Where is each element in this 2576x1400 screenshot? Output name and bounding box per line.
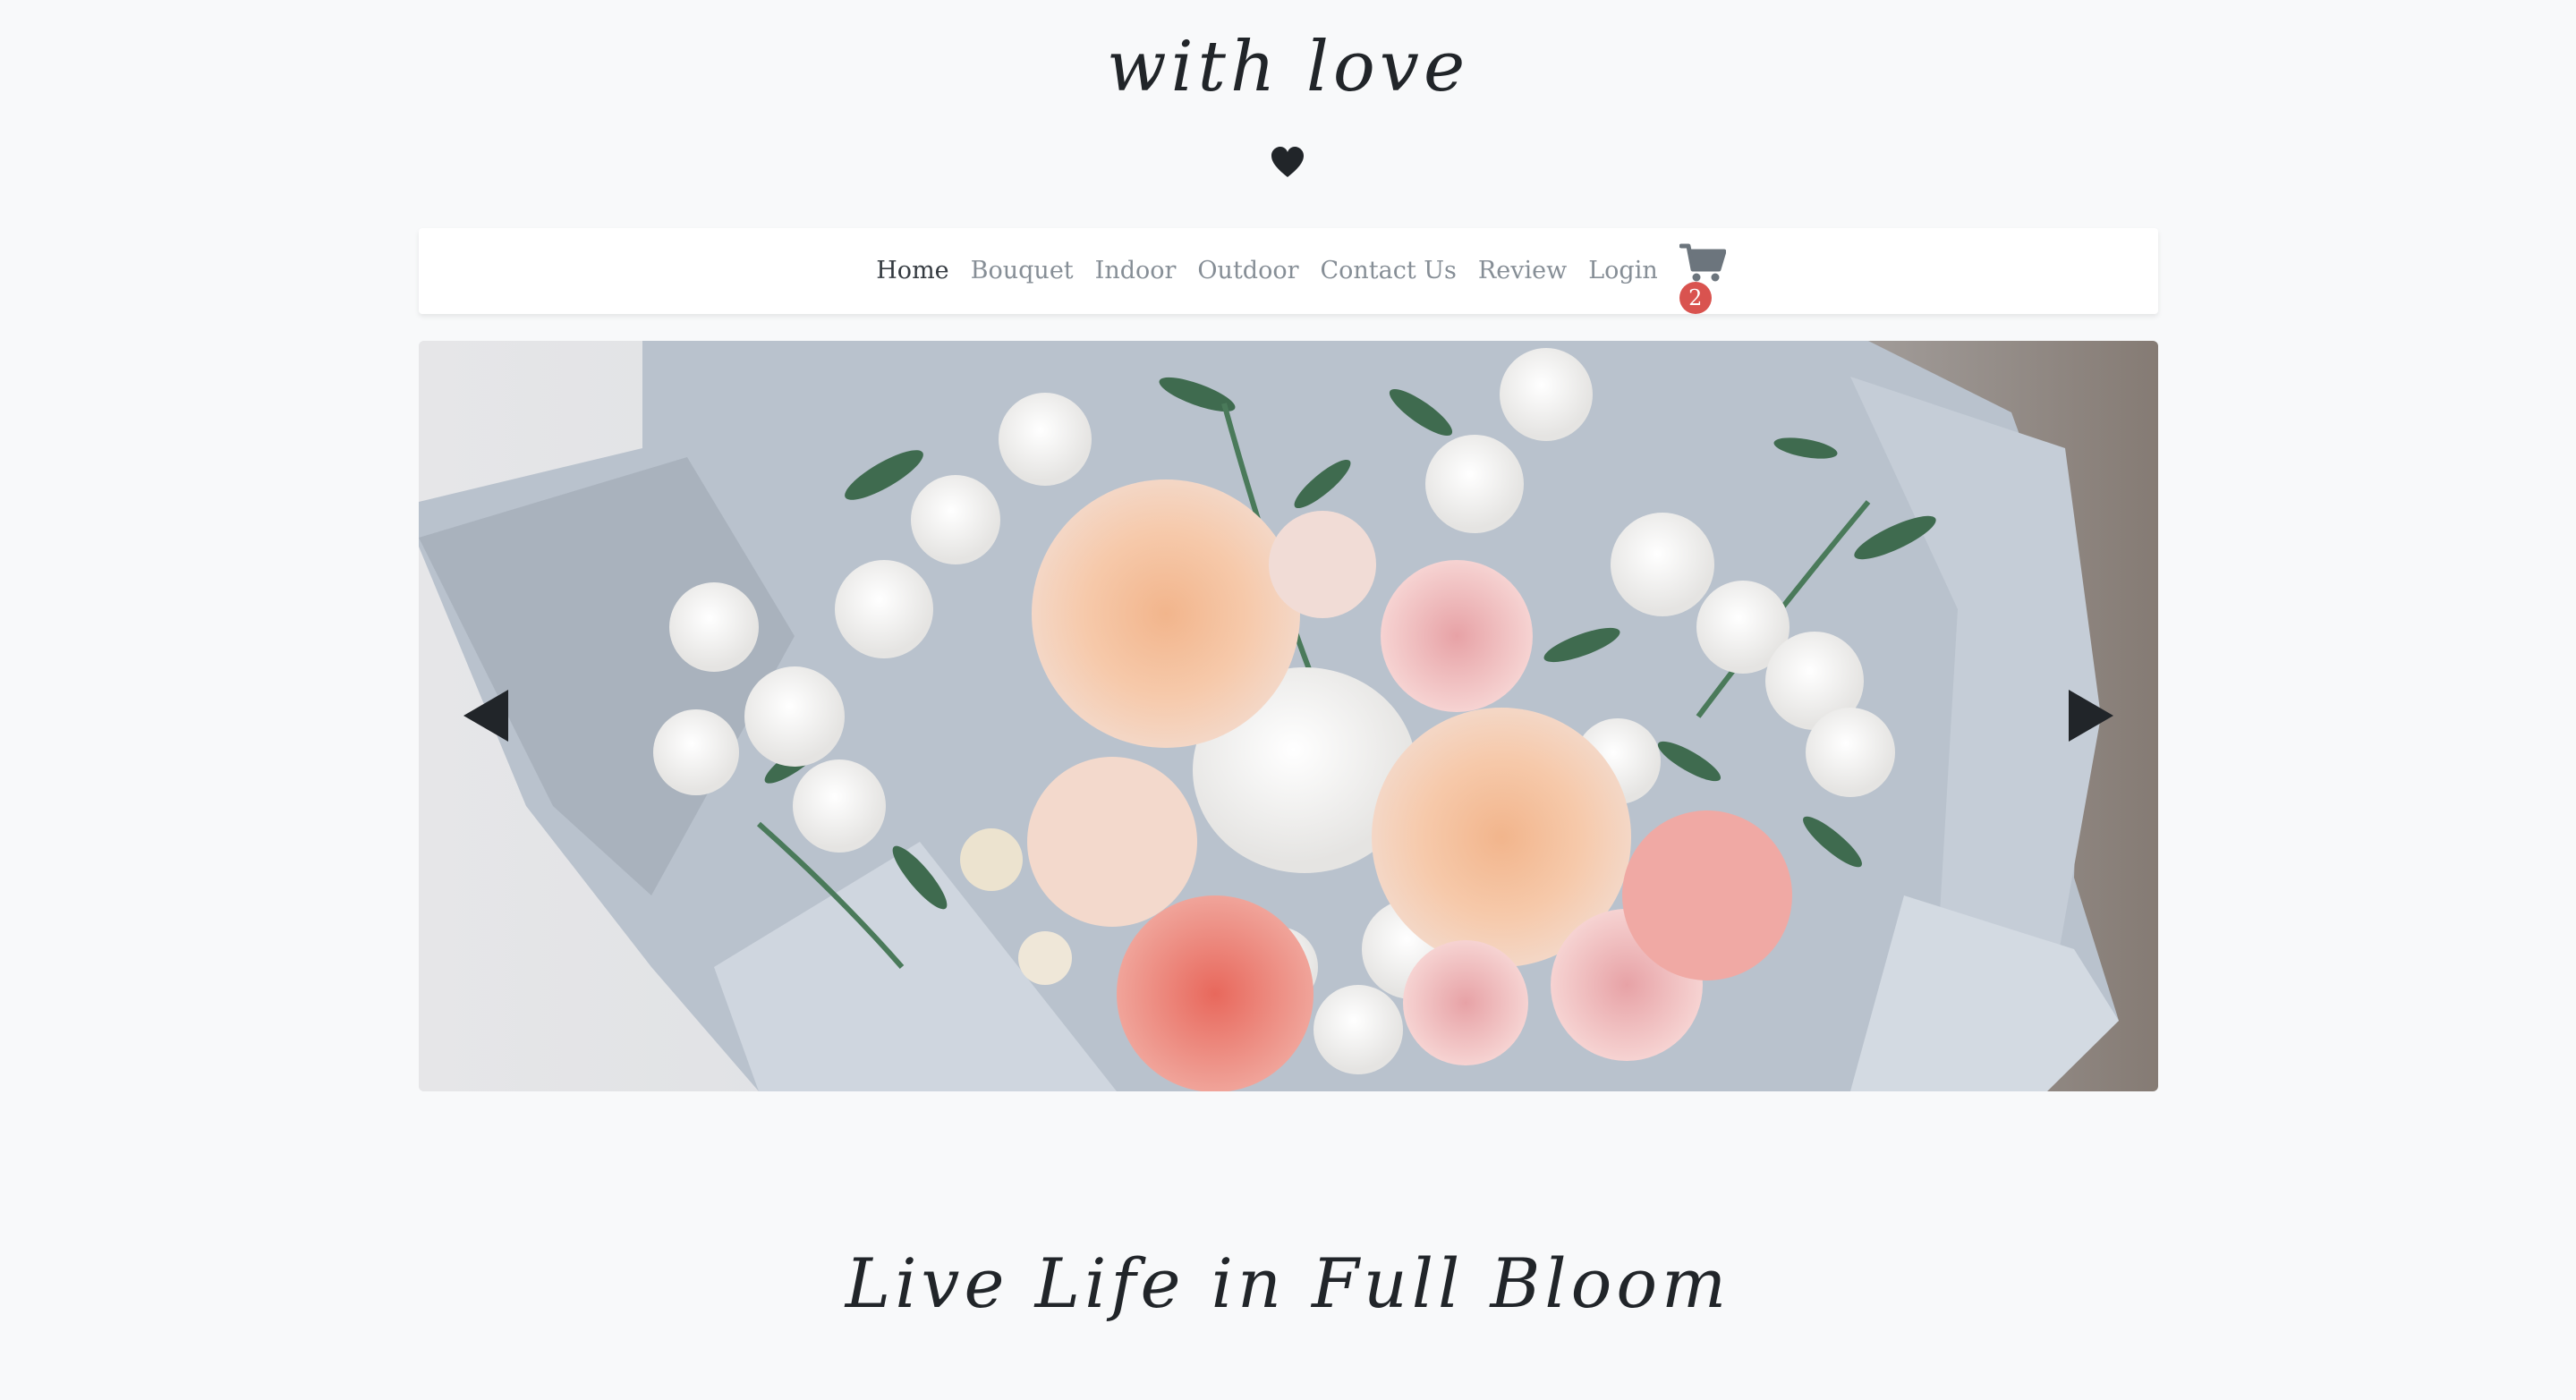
cart-count-badge: 2 — [1679, 282, 1712, 314]
carousel-prev-arrow-icon[interactable] — [462, 688, 512, 743]
nav-links: Home Bouquet Indoor Outdoor Contact Us R… — [419, 228, 2158, 314]
nav-contact-us[interactable]: Contact Us — [1321, 228, 1457, 314]
nav-indoor[interactable]: Indoor — [1095, 228, 1177, 314]
page: with love Home Bouquet Indoor Outdoor Co… — [0, 0, 2576, 1400]
hero-carousel — [419, 341, 2158, 1091]
nav-home[interactable]: Home — [876, 228, 948, 314]
nav-login[interactable]: Login — [1588, 228, 1658, 314]
heart-icon — [1271, 147, 1304, 177]
flower-bouquet-image — [419, 341, 2158, 1091]
carousel-next-arrow-icon[interactable] — [2065, 688, 2115, 743]
navbar: Home Bouquet Indoor Outdoor Contact Us R… — [419, 228, 2158, 314]
brand-title[interactable]: with love — [0, 18, 2576, 116]
nav-outdoor[interactable]: Outdoor — [1197, 228, 1298, 314]
cart-icon — [1679, 243, 1726, 282]
cart-button[interactable]: 2 — [1679, 242, 1730, 314]
nav-bouquet[interactable]: Bouquet — [971, 228, 1074, 314]
nav-review[interactable]: Review — [1478, 228, 1567, 314]
tagline-heading: Live Life in Full Bloom — [845, 1243, 1731, 1323]
